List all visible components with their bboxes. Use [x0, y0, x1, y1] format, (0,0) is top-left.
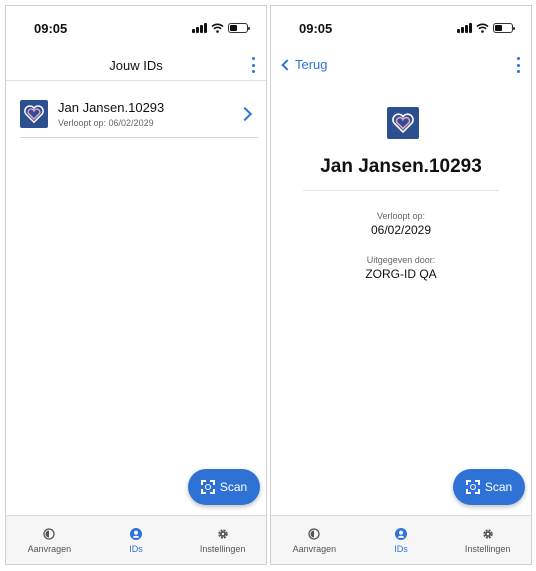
user-icon	[395, 528, 407, 540]
scan-button-label: Scan	[219, 480, 248, 494]
expiry-label: Verloopt op:	[376, 211, 426, 221]
bottom-tab-bar: Aanvragen IDs Instellingen	[271, 515, 531, 564]
issuer-value: ZORG-ID QA	[365, 267, 437, 281]
cellular-signal-icon	[192, 23, 207, 33]
wifi-icon	[211, 23, 224, 33]
tab-ids[interactable]: IDs	[358, 516, 445, 564]
id-list-item[interactable]: Jan Jansen.10293 Verloopt op: 06/02/2029	[20, 90, 258, 138]
more-options-icon[interactable]	[513, 57, 523, 73]
back-button[interactable]: Terug	[281, 57, 328, 72]
wifi-icon	[476, 23, 489, 33]
bottom-tab-bar: Aanvragen IDs Instellingen	[6, 515, 266, 564]
heart-logo-icon	[387, 107, 419, 139]
status-time: 09:05	[34, 20, 68, 36]
scan-button-label: Scan	[484, 480, 513, 494]
battery-icon	[493, 23, 515, 33]
scan-button[interactable]: Scan	[453, 469, 525, 505]
status-bar: 09:05	[271, 6, 531, 50]
scan-icon	[200, 480, 215, 494]
id-detail-screen: 09:05 Terug Jan Jansen.10293 Verloopt op…	[270, 5, 532, 565]
requests-icon	[43, 528, 55, 540]
chevron-right-icon[interactable]	[237, 106, 253, 122]
requests-icon	[308, 528, 320, 540]
status-time: 09:05	[299, 20, 333, 36]
more-options-icon[interactable]	[248, 57, 258, 73]
page-title: Jouw IDs	[109, 57, 163, 73]
tab-aanvragen[interactable]: Aanvragen	[6, 516, 93, 564]
tab-instellingen[interactable]: Instellingen	[444, 516, 531, 564]
user-icon	[130, 528, 142, 540]
tab-ids[interactable]: IDs	[93, 516, 180, 564]
cellular-signal-icon	[457, 23, 472, 33]
issuer-label: Uitgegeven door:	[366, 255, 436, 265]
id-name: Jan Jansen.10293	[58, 100, 165, 115]
status-bar: 09:05	[6, 6, 266, 50]
gear-icon	[217, 528, 229, 540]
battery-icon	[228, 23, 250, 33]
id-holder-name: Jan Jansen.10293	[320, 156, 482, 177]
top-app-bar: Terug	[271, 50, 531, 80]
expiry-value: 06/02/2029	[370, 223, 432, 237]
back-label: Terug	[295, 57, 328, 72]
gear-icon	[482, 528, 494, 540]
id-expiry: Verloopt op: 06/02/2029	[58, 118, 154, 128]
chevron-left-icon	[281, 58, 293, 71]
tab-instellingen[interactable]: Instellingen	[179, 516, 266, 564]
top-app-bar: Jouw IDs	[6, 50, 266, 80]
tab-aanvragen[interactable]: Aanvragen	[271, 516, 358, 564]
heart-logo-icon	[20, 100, 48, 128]
scan-button[interactable]: Scan	[188, 469, 260, 505]
ids-list-screen: 09:05 Jouw IDs Jan Jansen.10293 Verloopt…	[5, 5, 267, 565]
scan-icon	[465, 480, 480, 494]
